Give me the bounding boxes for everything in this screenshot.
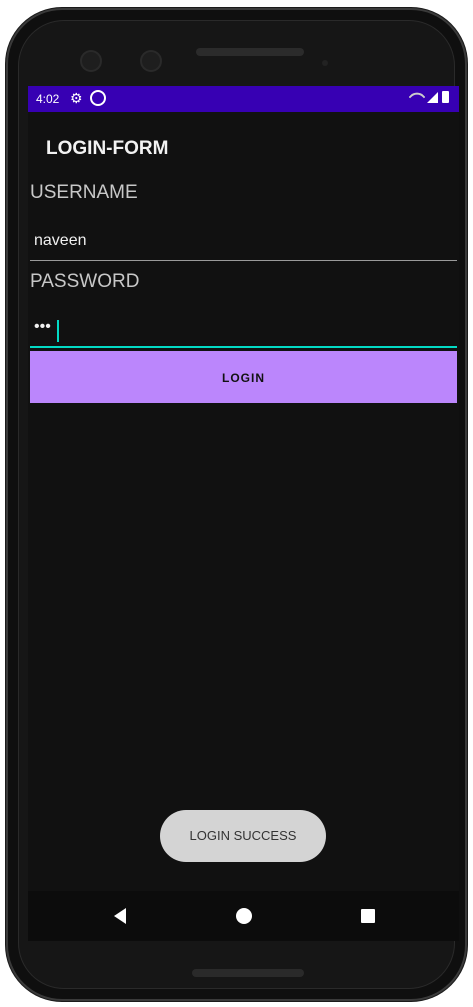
settings-icon: ⚙	[70, 90, 83, 106]
navigation-bar	[28, 891, 459, 941]
app-screen: 4:02 ⚙ LOGIN-FORM USERNAME naveen PASSWO…	[28, 86, 459, 941]
front-camera-icon	[82, 52, 100, 70]
status-time: 4:02	[36, 92, 60, 106]
battery-icon	[442, 91, 449, 103]
login-button[interactable]: LOGIN	[30, 351, 457, 403]
signal-icon	[427, 91, 438, 103]
home-icon[interactable]	[236, 908, 252, 924]
wifi-icon	[408, 88, 426, 106]
text-cursor	[57, 320, 59, 342]
username-input[interactable]: naveen	[30, 228, 457, 261]
status-bar: 4:02 ⚙	[28, 86, 459, 112]
back-icon[interactable]	[114, 908, 126, 924]
front-sensor-icon	[142, 52, 160, 70]
proximity-sensor	[322, 60, 328, 66]
password-input[interactable]: •••	[30, 314, 457, 348]
bottom-speaker	[192, 969, 304, 977]
recent-apps-icon[interactable]	[361, 909, 375, 923]
username-label: USERNAME	[30, 182, 138, 203]
earpiece-speaker	[196, 48, 304, 56]
password-value: •••	[34, 318, 51, 335]
status-indicators	[408, 88, 449, 106]
page-title: LOGIN-FORM	[46, 138, 169, 159]
username-value: naveen	[34, 232, 87, 249]
password-label: PASSWORD	[30, 271, 140, 292]
toast-message: LOGIN SUCCESS	[160, 810, 326, 862]
sync-icon	[90, 90, 106, 106]
